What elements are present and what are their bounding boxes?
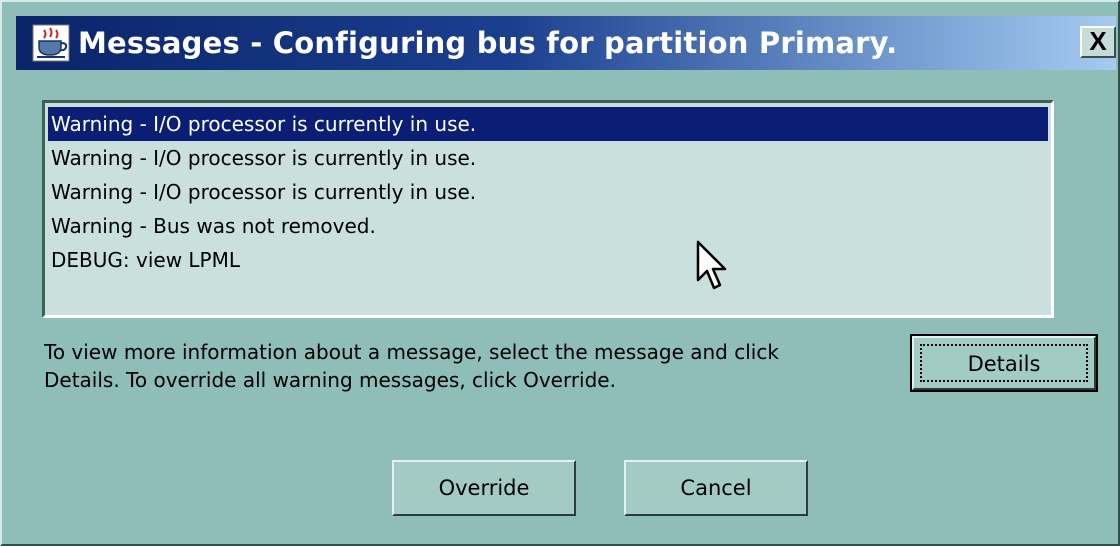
message-text: DEBUG: view LPML <box>51 248 241 272</box>
mouse-pointer-icon <box>696 240 727 290</box>
messages-dialog: Messages - Configuring bus for partition… <box>0 0 1120 546</box>
java-coffee-cup-icon[interactable] <box>32 24 70 62</box>
instructions-line: Details. To override all warning message… <box>44 368 616 392</box>
message-text: Warning - Bus was not removed. <box>51 214 376 238</box>
message-text: Warning - I/O processor is currently in … <box>51 180 477 204</box>
close-icon: X <box>1089 26 1107 56</box>
details-label: Details <box>920 344 1088 382</box>
close-button[interactable]: X <box>1080 26 1116 58</box>
title-bar[interactable]: Messages - Configuring bus for partition… <box>16 16 1116 70</box>
window-title: Messages - Configuring bus for partition… <box>78 26 898 60</box>
list-item[interactable]: Warning - I/O processor is currently in … <box>48 141 1048 175</box>
instructions-text: To view more information about a message… <box>44 338 894 394</box>
instructions-line: To view more information about a message… <box>44 340 779 364</box>
cancel-button[interactable]: Cancel <box>624 460 808 516</box>
override-button[interactable]: Override <box>392 460 576 516</box>
message-text: Warning - I/O processor is currently in … <box>51 112 477 136</box>
details-button[interactable]: Details <box>910 334 1098 392</box>
list-item[interactable]: Warning - I/O processor is currently in … <box>48 107 1048 141</box>
list-item[interactable]: Warning - Bus was not removed. <box>48 209 1048 243</box>
list-item[interactable]: DEBUG: view LPML <box>48 243 1048 277</box>
message-text: Warning - I/O processor is currently in … <box>51 146 477 170</box>
messages-list[interactable]: Warning - I/O processor is currently in … <box>42 100 1054 318</box>
list-item[interactable]: Warning - I/O processor is currently in … <box>48 175 1048 209</box>
